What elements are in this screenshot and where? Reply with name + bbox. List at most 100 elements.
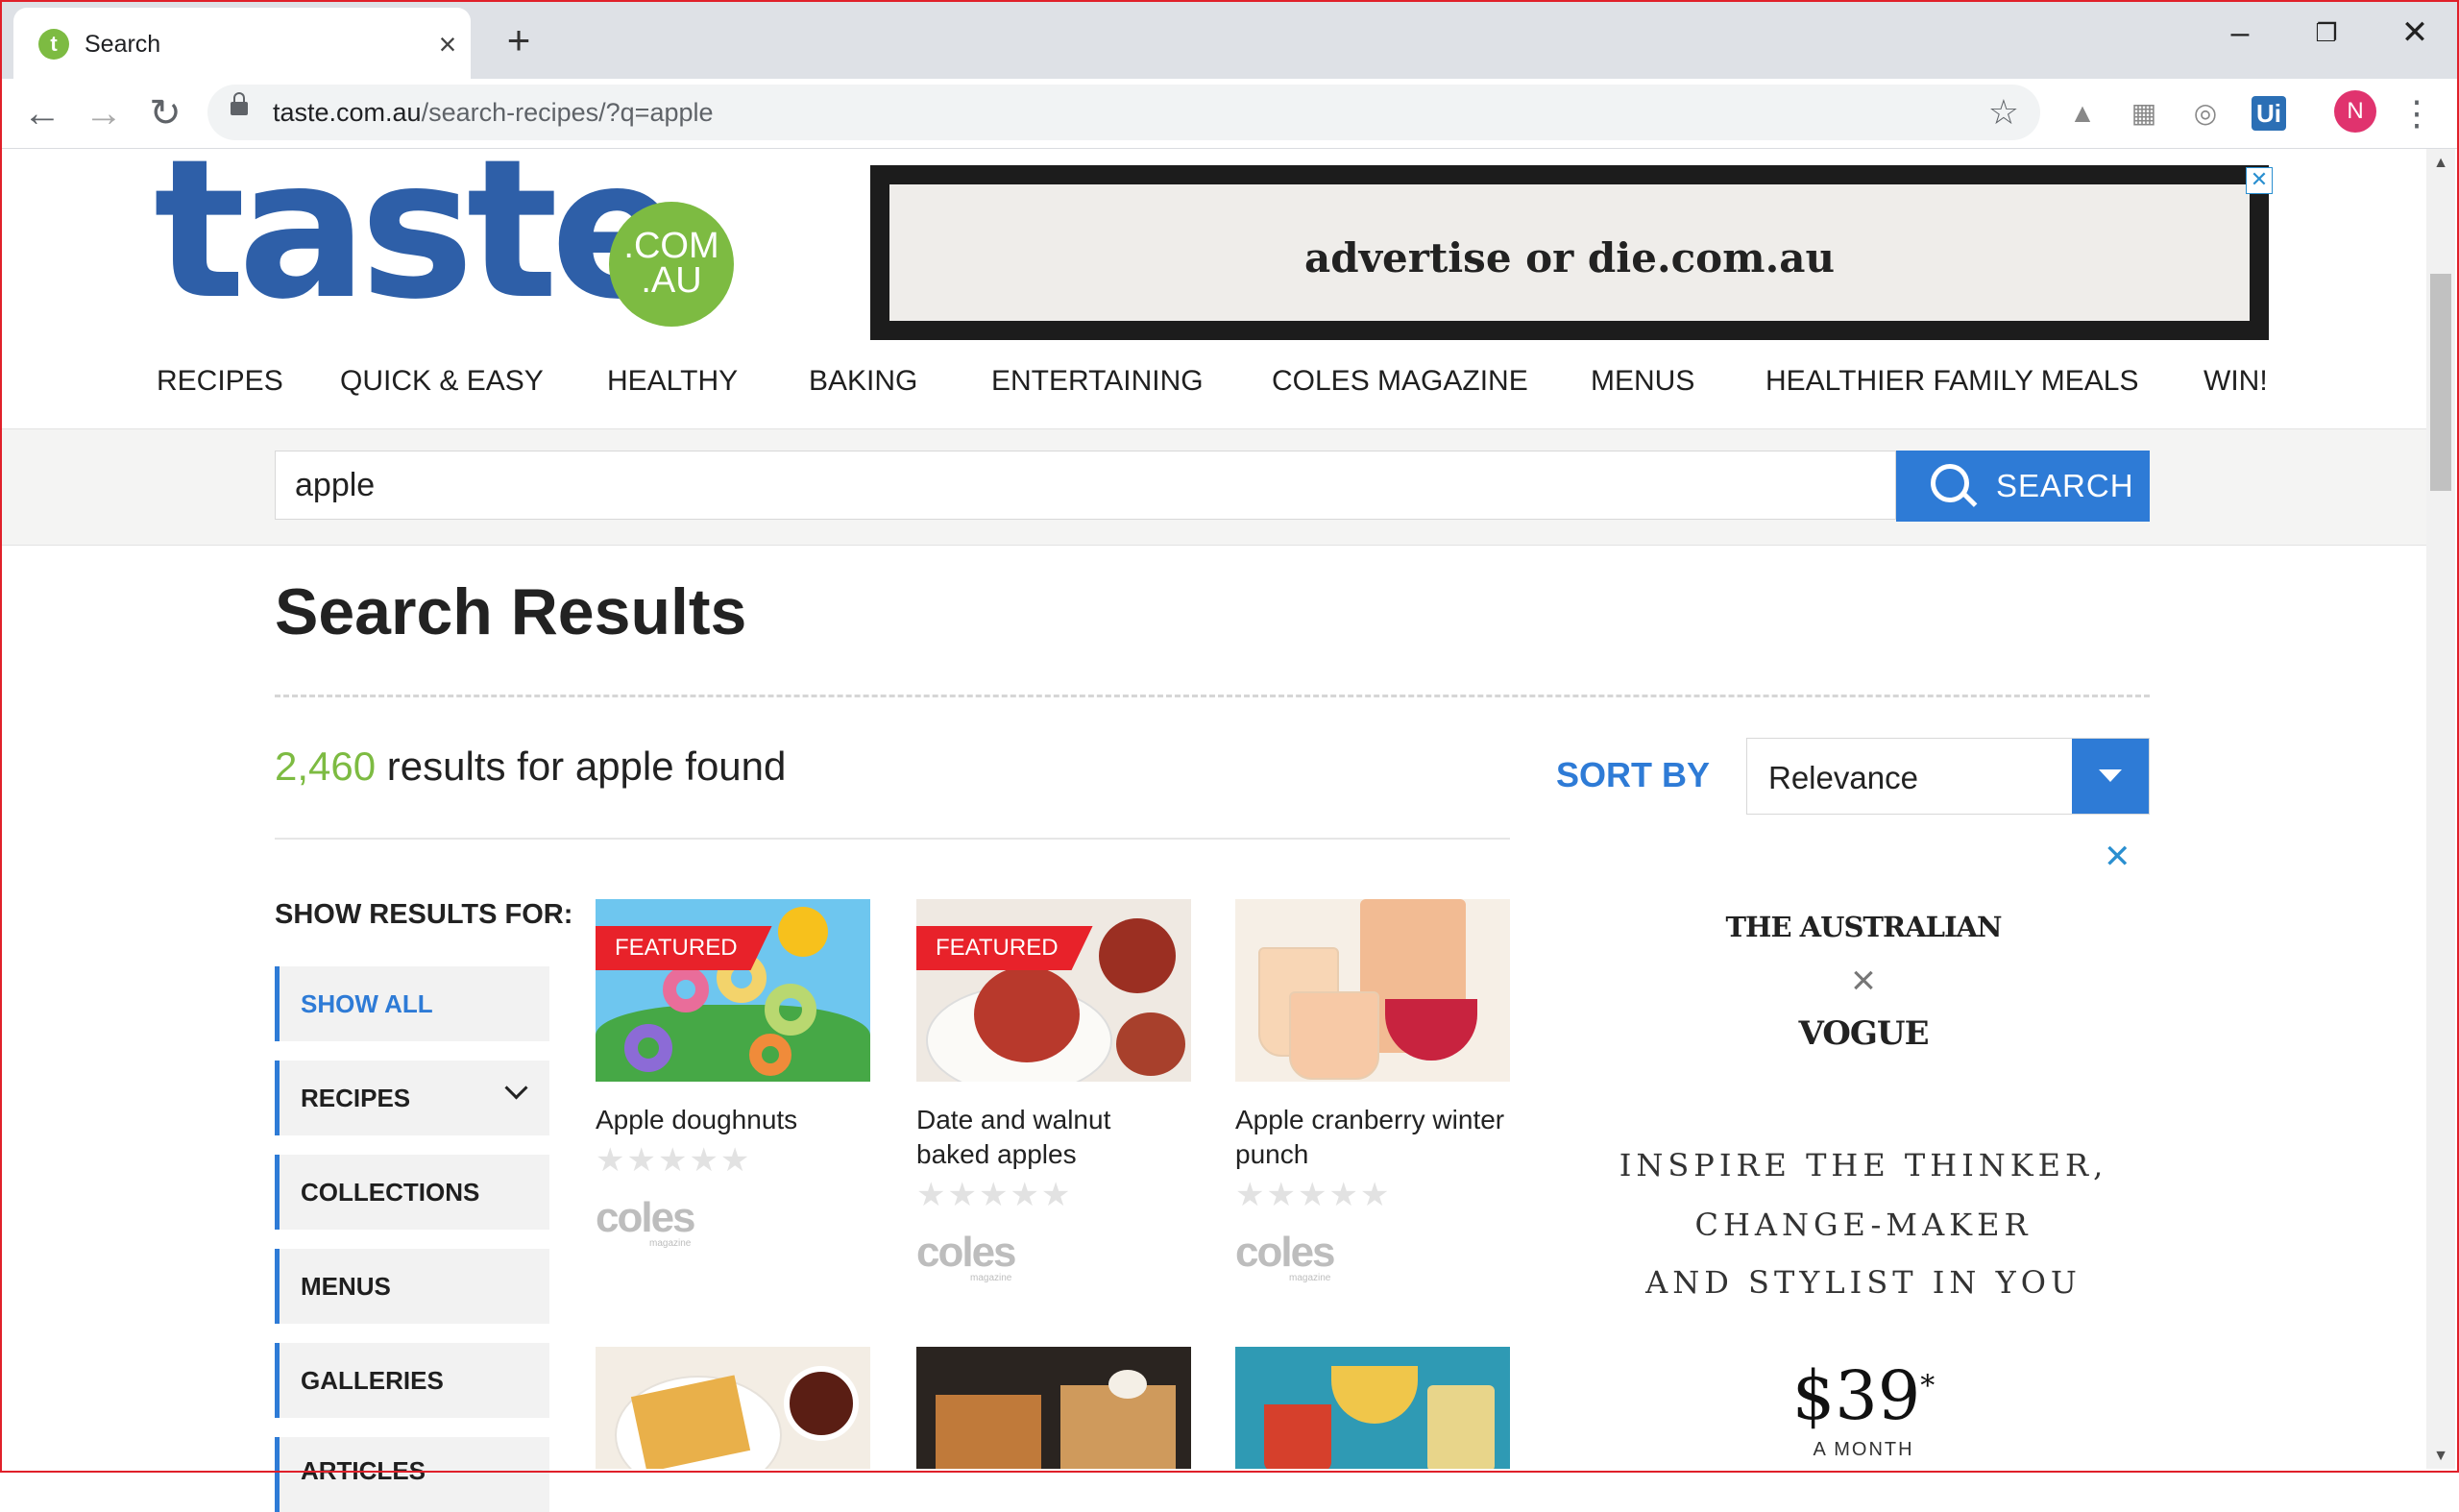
page-scrollbar[interactable]: ▲ ▼	[2426, 149, 2455, 1469]
recipe-image-toast[interactable]	[596, 1347, 870, 1469]
scroll-thumb[interactable]	[2430, 274, 2451, 491]
filter-label: RECIPES	[301, 1084, 411, 1112]
cake-graphic	[936, 1395, 1041, 1469]
close-window-icon[interactable]: ✕	[2386, 13, 2444, 52]
drive-extension-icon[interactable]: ▲	[2063, 94, 2102, 133]
chevron-down-icon[interactable]	[504, 1076, 528, 1100]
apple-graphic	[1099, 918, 1176, 993]
ad-price-value: $39	[1791, 1356, 1921, 1435]
nav-quick-easy[interactable]: QUICK & EASY	[340, 365, 544, 398]
logo-badge-line2: .AU	[641, 260, 702, 301]
search-button[interactable]: SEARCH	[1896, 451, 2150, 522]
back-icon[interactable]: ←	[17, 88, 67, 138]
nav-healthy[interactable]: HEALTHY	[607, 365, 738, 398]
sort-select[interactable]: Relevance	[1746, 738, 2150, 815]
filter-articles[interactable]: ARTICLES	[275, 1437, 549, 1512]
recipe-image-baked-apples[interactable]: FEATURED	[916, 899, 1191, 1082]
nav-recipes[interactable]: RECIPES	[157, 365, 283, 398]
search-button-label: SEARCH	[1996, 468, 2134, 503]
doughnut-graphic	[749, 1034, 791, 1076]
profile-avatar[interactable]: N	[2334, 90, 2376, 133]
forward-icon[interactable]: →	[79, 88, 129, 138]
filter-show-all[interactable]: SHOW ALL	[275, 966, 549, 1041]
logo-badge-line1: .COM	[623, 226, 719, 266]
title-divider	[275, 695, 2150, 697]
recipe-image-punch[interactable]	[1235, 899, 1510, 1082]
nav-win[interactable]: WIN!	[2203, 365, 2268, 398]
filter-collections[interactable]: COLLECTIONS	[275, 1155, 549, 1230]
featured-badge: FEATURED	[916, 926, 1093, 970]
lock-icon	[231, 92, 248, 115]
brand-name: coles	[596, 1194, 696, 1241]
featured-badge: FEATURED	[596, 926, 772, 970]
nav-baking[interactable]: BAKING	[809, 365, 917, 398]
nav-menus[interactable]: MENUS	[1591, 365, 1694, 398]
filter-recipes[interactable]: RECIPES	[275, 1061, 549, 1135]
brand-name: coles	[916, 1229, 1017, 1276]
filter-menus[interactable]: MENUS	[275, 1249, 549, 1324]
minimize-icon[interactable]: –	[2211, 13, 2269, 52]
doughnut-graphic	[624, 1024, 672, 1072]
ad-cross-icon: ×	[1851, 957, 1876, 1004]
ad-tagline-2: CHANGE-MAKER	[1694, 1207, 2033, 1243]
recipe-title[interactable]: Date and walnut baked apples	[916, 1103, 1191, 1172]
ad-close-icon[interactable]: ✕	[2104, 838, 2131, 876]
recipe-title[interactable]: Apple cranberry winter punch	[1235, 1103, 1510, 1172]
uipath-extension-icon[interactable]: Ui	[2252, 96, 2286, 131]
browser-menu-icon[interactable]: ⋮	[2398, 88, 2436, 138]
recipe-image-doughnuts[interactable]: FEATURED	[596, 899, 870, 1082]
brand-name: coles	[1235, 1229, 1336, 1276]
cake-graphic	[1060, 1385, 1176, 1469]
nav-healthier-family-meals[interactable]: HEALTHIER FAMILY MEALS	[1765, 365, 2138, 398]
nav-entertaining[interactable]: ENTERTAINING	[991, 365, 1204, 398]
sort-selected-value: Relevance	[1768, 760, 1918, 795]
ad-tagline-1: INSPIRE THE THINKER,	[1619, 1147, 2108, 1183]
filter-label: ARTICLES	[301, 1456, 426, 1485]
ad-publisher-australian: THE AUSTRALIAN	[1725, 911, 2002, 943]
scroll-down-icon[interactable]: ▼	[2426, 1448, 2455, 1465]
page-title: Search Results	[275, 575, 747, 648]
glass-graphic	[1264, 1404, 1331, 1469]
filter-label: MENUS	[301, 1272, 391, 1301]
brand-sub: magazine	[970, 1273, 1012, 1283]
logo-wordmark: taste	[154, 118, 681, 342]
taste-logo[interactable]: taste .COM .AU	[154, 134, 740, 336]
filter-label: COLLECTIONS	[301, 1178, 480, 1207]
brand-sub: magazine	[1289, 1273, 1331, 1283]
side-ad[interactable]: ✕ THE AUSTRALIAN × VOGUE INSPIRE THE THI…	[1575, 838, 2152, 1469]
results-count-text: results for apple found	[386, 744, 787, 789]
ad-banner-inner: advertise or die.com.au	[889, 184, 2250, 321]
ad-close-icon[interactable]: ✕	[2246, 167, 2273, 194]
new-tab-icon[interactable]: +	[496, 20, 542, 61]
browser-tab[interactable]: t Search ×	[13, 8, 471, 79]
sun-graphic	[778, 907, 828, 957]
glass-graphic	[1427, 1385, 1495, 1469]
nav-coles-magazine[interactable]: COLES MAGAZINE	[1272, 365, 1528, 398]
browser-tabstrip: t Search × + – ❐ ✕	[0, 0, 2459, 79]
top-ad-banner[interactable]: advertise or die.com.au ✕	[870, 165, 2273, 340]
coles-magazine-logo: coles magazine	[916, 1229, 1017, 1283]
recipe-title[interactable]: Apple doughnuts	[596, 1103, 870, 1137]
filter-label: GALLERIES	[301, 1366, 444, 1395]
taste-favicon-icon: t	[38, 29, 69, 60]
ad-publisher-vogue: VOGUE	[1798, 1014, 1929, 1053]
ad-price: $39*	[1575, 1356, 2152, 1435]
filter-galleries[interactable]: GALLERIES	[275, 1343, 549, 1418]
recipe-image-cocktails[interactable]	[1235, 1347, 1510, 1469]
filter-heading: SHOW RESULTS FOR:	[275, 899, 573, 930]
extension-camera-icon[interactable]: ◎	[2186, 94, 2225, 133]
ad-period: A MONTH	[1813, 1439, 1914, 1460]
close-tab-icon[interactable]: ×	[428, 25, 467, 63]
restore-icon[interactable]: ❐	[2298, 13, 2355, 52]
search-input[interactable]	[275, 451, 1896, 520]
apple-graphic	[1116, 1012, 1185, 1076]
search-icon	[1931, 464, 1969, 502]
doughnut-graphic	[765, 984, 816, 1036]
recipe-image-cake[interactable]	[916, 1347, 1191, 1469]
scroll-up-icon[interactable]: ▲	[2426, 155, 2455, 172]
rating-stars: ★★★★★	[916, 1177, 1073, 1213]
extension-grid-icon[interactable]: ▦	[2125, 94, 2163, 133]
chevron-down-icon[interactable]	[2072, 739, 2149, 814]
results-count: 2,460 results for apple found	[275, 744, 786, 790]
bookmark-star-icon[interactable]: ☆	[1988, 92, 2019, 133]
